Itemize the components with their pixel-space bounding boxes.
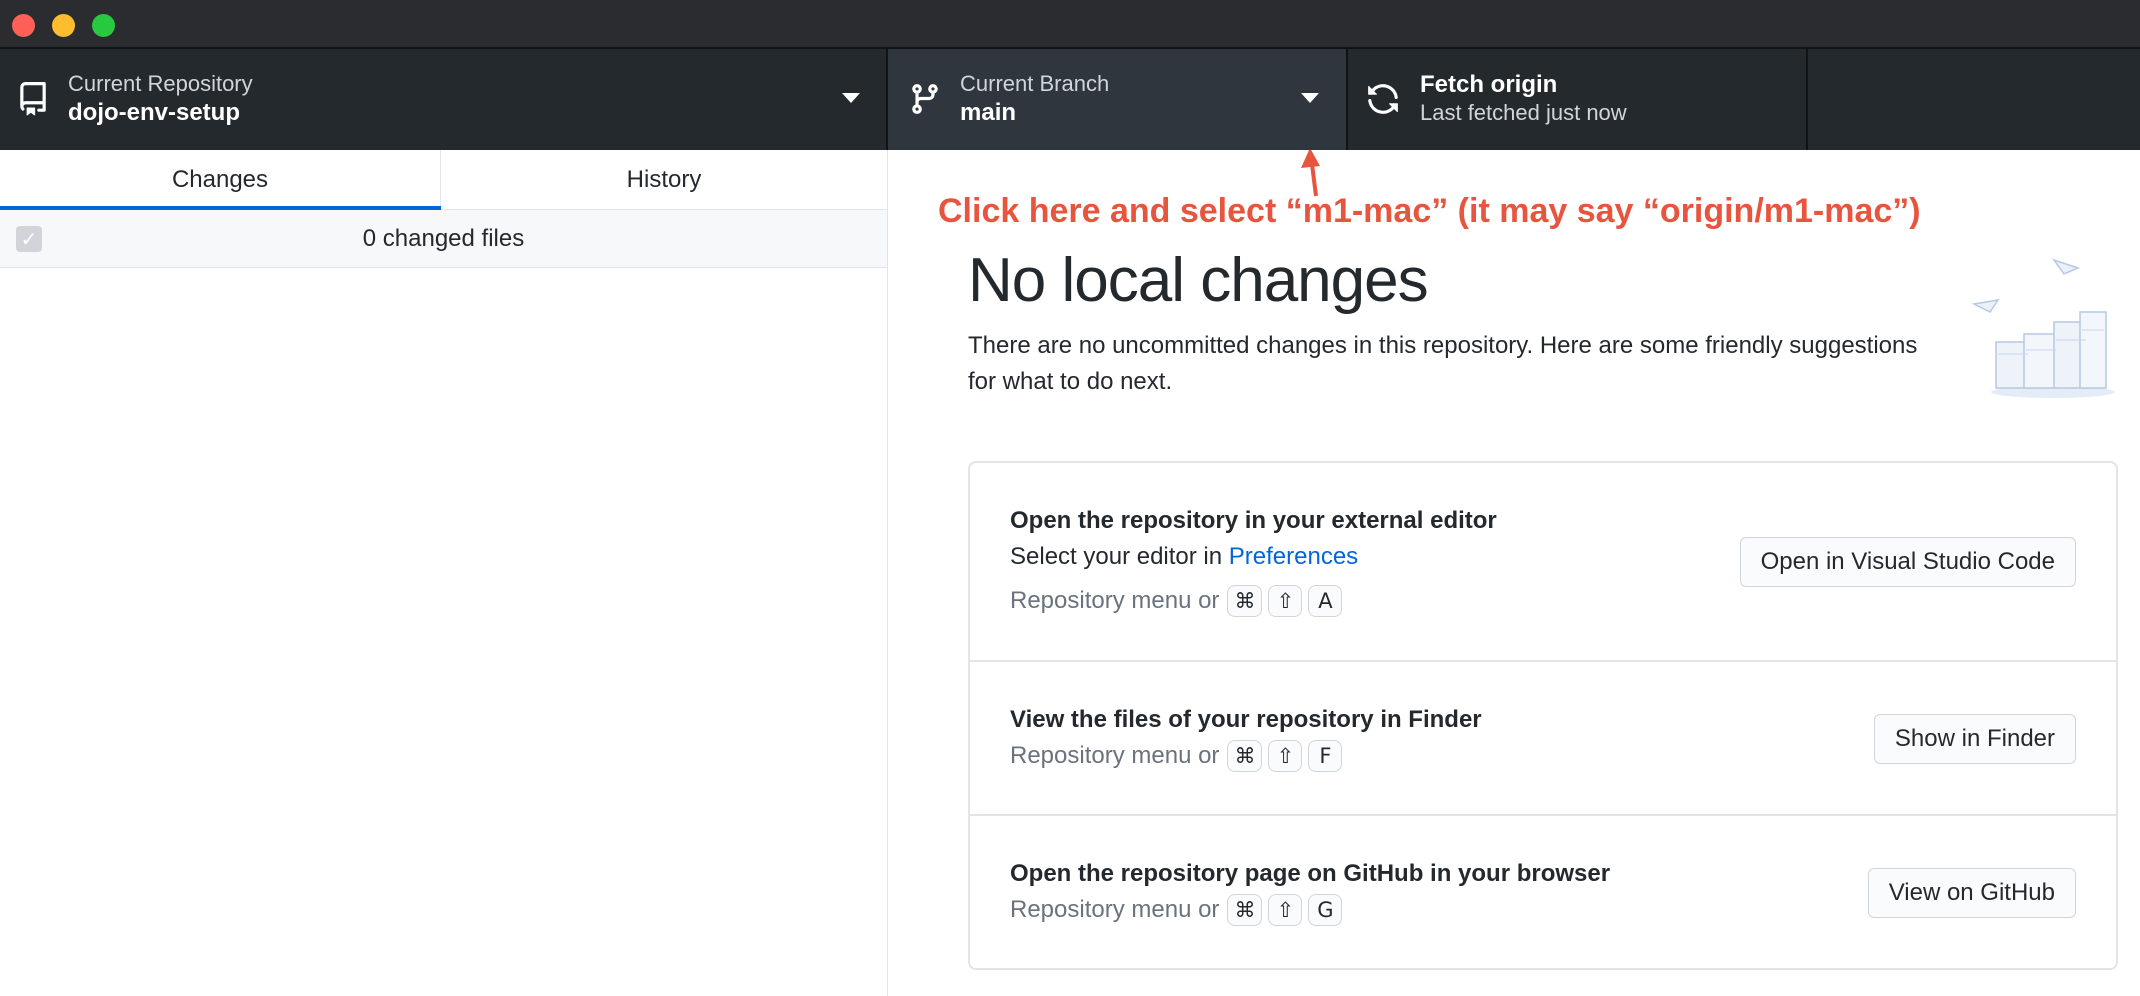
tab-history-label: History bbox=[626, 166, 702, 193]
shortcut-prefix: Repository menu or bbox=[1010, 587, 1220, 614]
suggestion-description: Select your editor in Preferences bbox=[1010, 543, 1358, 571]
toolbar: Current Repository dojo-env-setup Curren… bbox=[0, 49, 2140, 150]
zoom-window-button[interactable] bbox=[92, 14, 115, 37]
suggestion-title: Open the repository page on GitHub in yo… bbox=[1010, 860, 1611, 887]
git-branch-icon bbox=[912, 84, 938, 114]
branch-caption: Current Branch bbox=[960, 71, 1110, 96]
empty-boxes-illustration-icon bbox=[1971, 258, 2115, 398]
shortcut-prefix: Repository menu or bbox=[1010, 742, 1220, 769]
repository-icon bbox=[20, 82, 46, 116]
repository-chevron-down-icon bbox=[842, 93, 860, 103]
keyboard-shortcut-hint: Repository menu or ⌘ ⇧ F bbox=[1010, 740, 1343, 772]
fetch-origin-label: Fetch origin bbox=[1420, 71, 1558, 98]
suggestion-title: View the files of your repository in Fin… bbox=[1010, 706, 1482, 733]
minimize-window-button[interactable] bbox=[52, 14, 75, 37]
title-bar bbox=[0, 0, 2140, 49]
suggestion-show-in-finder: View the files of your repository in Fin… bbox=[970, 662, 2116, 816]
branch-chevron-down-icon bbox=[1301, 93, 1319, 103]
checkmark-icon: ✓ bbox=[20, 228, 38, 251]
keyboard-shortcut-hint: Repository menu or ⌘ ⇧ A bbox=[1010, 585, 1343, 617]
app-window: Current Repository dojo-env-setup Curren… bbox=[0, 0, 2140, 996]
tab-history[interactable]: History bbox=[441, 150, 887, 210]
tab-changes-label: Changes bbox=[171, 166, 269, 193]
changed-files-count: 0 changed files bbox=[362, 225, 525, 252]
letter-key: G bbox=[1308, 894, 1343, 926]
fetch-origin-button[interactable]: Fetch origin Last fetched just now bbox=[1348, 49, 1808, 150]
letter-key: F bbox=[1308, 740, 1343, 772]
suggestion-view-on-github: Open the repository page on GitHub in yo… bbox=[970, 816, 2116, 968]
changed-files-header: 0 changed files ✓ bbox=[0, 210, 887, 268]
intro-text: There are no uncommitted changes in this… bbox=[968, 332, 1918, 395]
open-in-visual-studio-code-button[interactable]: Open in Visual Studio Code bbox=[1739, 537, 2076, 587]
repository-caption: Current Repository bbox=[68, 71, 253, 96]
letter-key: A bbox=[1308, 585, 1343, 617]
repository-name: dojo-env-setup bbox=[68, 99, 240, 126]
close-window-button[interactable] bbox=[12, 14, 35, 37]
tab-changes[interactable]: Changes bbox=[0, 150, 441, 211]
current-repository-dropdown[interactable]: Current Repository dojo-env-setup bbox=[0, 49, 888, 150]
select-all-checkbox[interactable]: ✓ bbox=[16, 226, 42, 252]
suggestion-title: Open the repository in your external edi… bbox=[1010, 507, 1497, 534]
sidebar-tabs: Changes History bbox=[0, 150, 887, 211]
branch-name: main bbox=[960, 99, 1017, 126]
command-key: ⌘ bbox=[1227, 894, 1263, 926]
shortcut-prefix: Repository menu or bbox=[1010, 896, 1220, 923]
suggestion-external-editor: Open the repository in your external edi… bbox=[970, 463, 2116, 662]
description-text: Select your editor in bbox=[1010, 543, 1229, 570]
show-in-finder-button[interactable]: Show in Finder bbox=[1873, 714, 2076, 764]
annotation-instruction: Click here and select “m1-mac” (it may s… bbox=[938, 192, 1921, 230]
shift-key: ⇧ bbox=[1268, 894, 1303, 926]
command-key: ⌘ bbox=[1227, 740, 1263, 772]
last-fetched-text: Last fetched just now bbox=[1420, 100, 1627, 125]
sidebar: Changes History 0 changed files ✓ bbox=[0, 150, 888, 996]
suggestions-list: Open the repository in your external edi… bbox=[968, 461, 2118, 970]
preferences-link[interactable]: Preferences bbox=[1229, 543, 1358, 570]
main-panel: Click here and select “m1-mac” (it may s… bbox=[888, 150, 2140, 996]
shift-key: ⇧ bbox=[1268, 740, 1303, 772]
view-on-github-button[interactable]: View on GitHub bbox=[1867, 868, 2076, 918]
sync-icon bbox=[1368, 84, 1398, 114]
shift-key: ⇧ bbox=[1268, 585, 1303, 617]
current-branch-dropdown[interactable]: Current Branch main bbox=[888, 49, 1348, 150]
keyboard-shortcut-hint: Repository menu or ⌘ ⇧ G bbox=[1010, 894, 1343, 926]
page-title: No local changes bbox=[968, 246, 1429, 315]
command-key: ⌘ bbox=[1227, 585, 1263, 617]
